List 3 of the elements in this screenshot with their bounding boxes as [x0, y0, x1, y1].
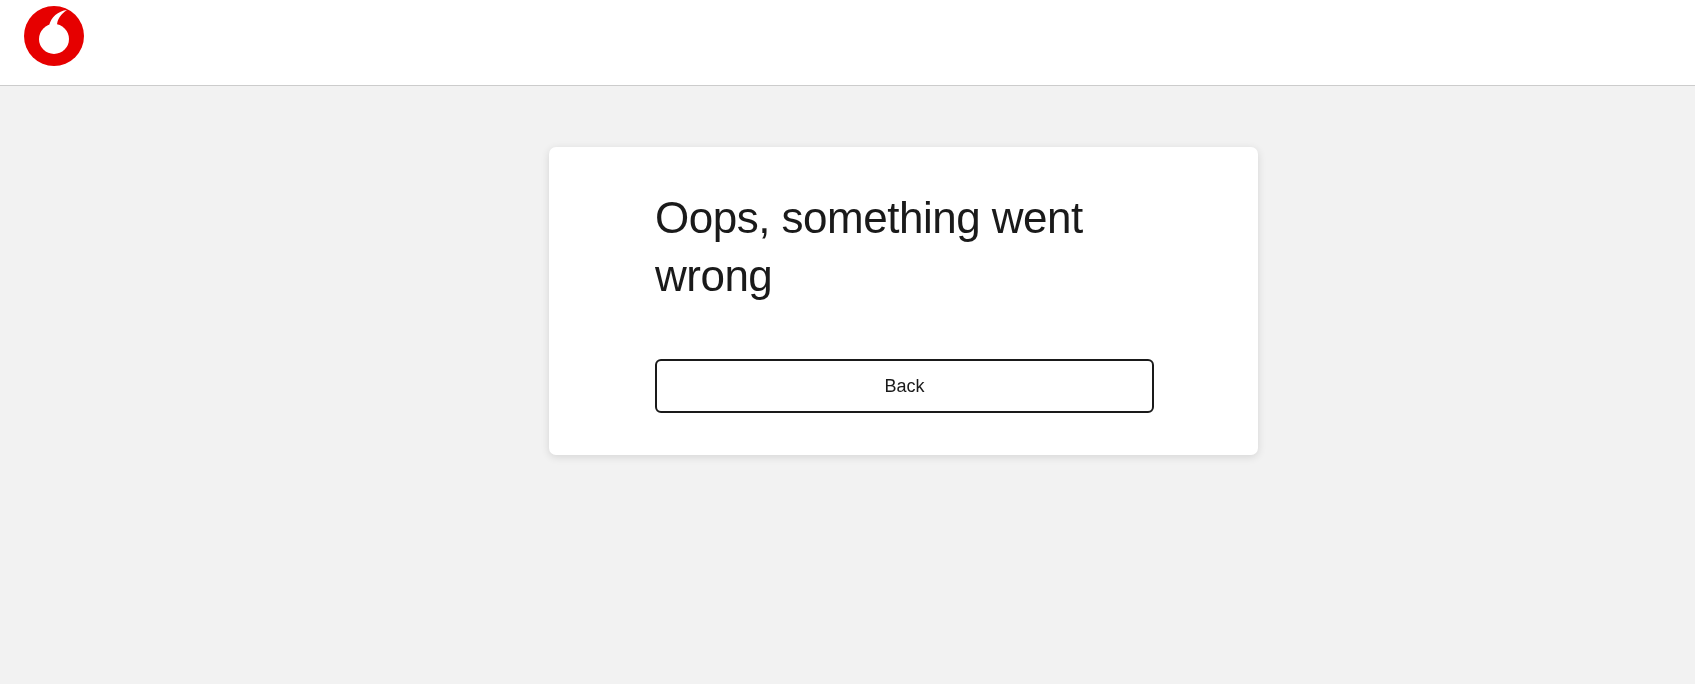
back-button[interactable]: Back	[655, 359, 1154, 413]
error-title: Oops, something went wrong	[655, 192, 1084, 302]
logo-icon	[24, 6, 84, 66]
